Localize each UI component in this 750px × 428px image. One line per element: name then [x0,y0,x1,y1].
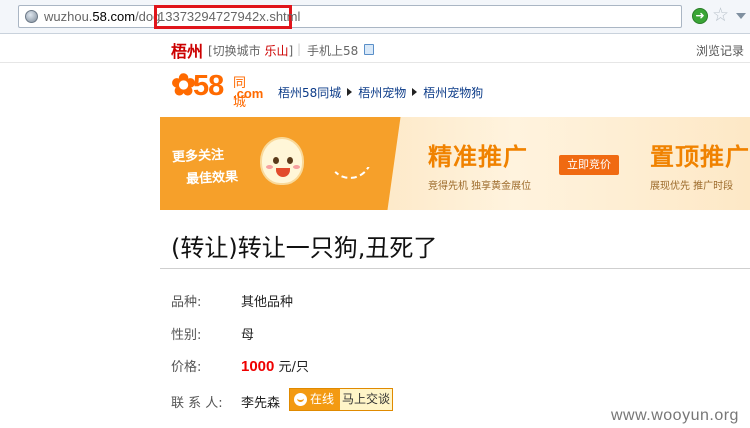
price-label: 价格: [171,360,202,375]
banner-slogan-1: 更多关注 [171,147,225,166]
watermark: www.wooyun.org [611,407,739,424]
url-highlight-box: 13373294727942x.shtml [154,5,300,29]
bid-now-button[interactable]: 立即竞价 [559,155,619,175]
address-bar[interactable]: wuzhou.58.com/dog [18,5,682,28]
chat-action-label: 马上交谈 [342,392,391,406]
breadcrumb-item[interactable]: 梧州宠物狗 [423,86,483,100]
phone-icon [364,44,374,55]
browser-toolbar: wuzhou.58.com/dog 13373294727942x.shtml … [0,0,750,34]
logo-com: .com [233,86,264,101]
switch-city-link[interactable]: [切换城市 乐山] [208,42,293,59]
globe-icon [25,10,38,23]
breadcrumb-item[interactable]: 梧州宠物 [358,86,406,100]
contact-name: 李先森 [241,396,281,411]
mascot-icon [260,137,304,185]
contact-label: 联 系 人: [171,396,223,411]
breadcrumb-arrow-icon [412,88,418,96]
logo-number: 58 [193,70,224,102]
chat-smile-icon [294,393,307,406]
breed-value: 其他品种 [241,295,294,310]
chat-now-button[interactable]: 在线 马上交谈 [289,388,393,411]
title-divider [160,268,750,269]
go-arrow-icon[interactable]: ➜ [692,8,708,24]
banner-promo-2-sub: 展现优先 推广时段 [650,181,734,192]
banner-promo-2: 置顶推广 [650,143,750,171]
bookmark-star-icon[interactable]: ☆ [712,5,729,25]
site-topbar: 梧州 [切换城市 乐山] | 手机上58 浏览记录 [0,35,750,63]
breadcrumb-item[interactable]: 梧州58同城 [278,86,341,100]
mobile-58-link[interactable]: 手机上58 [307,42,358,59]
url-highlighted-text: 13373294727942x.shtml [158,9,301,24]
current-city: 梧州 [171,42,204,61]
price-value: 1000 元/只 [241,356,309,375]
breed-label: 品种: [171,295,202,310]
url-text[interactable]: wuzhou.58.com/dog [44,9,160,24]
banner-promo-1-sub: 竞得先机 独享黄金展位 [428,181,532,192]
banner-promo-1: 精准推广 [428,143,528,171]
gender-label: 性别: [171,328,202,343]
post-title: (转让)转让一只狗,丑死了 [171,234,438,262]
breadcrumb-arrow-icon [347,88,353,96]
breadcrumb: 梧州58同城 梧州宠物 梧州宠物狗 [278,84,483,101]
gender-value: 母 [241,328,255,343]
topbar-separator: | [297,42,302,56]
chat-online-badge: 在线 [290,389,340,410]
dropdown-caret-icon[interactable] [736,13,746,19]
price-unit: 元/只 [278,360,309,375]
browse-history-link[interactable]: 浏览记录 [696,42,744,59]
promo-banner[interactable]: 更多关注 最佳效果 精准推广 竞得先机 独享黄金展位 立即竞价 置顶推广 展现优… [160,117,750,210]
price-amount: 1000 [241,358,275,375]
banner-slogan-2: 最佳效果 [185,169,239,188]
